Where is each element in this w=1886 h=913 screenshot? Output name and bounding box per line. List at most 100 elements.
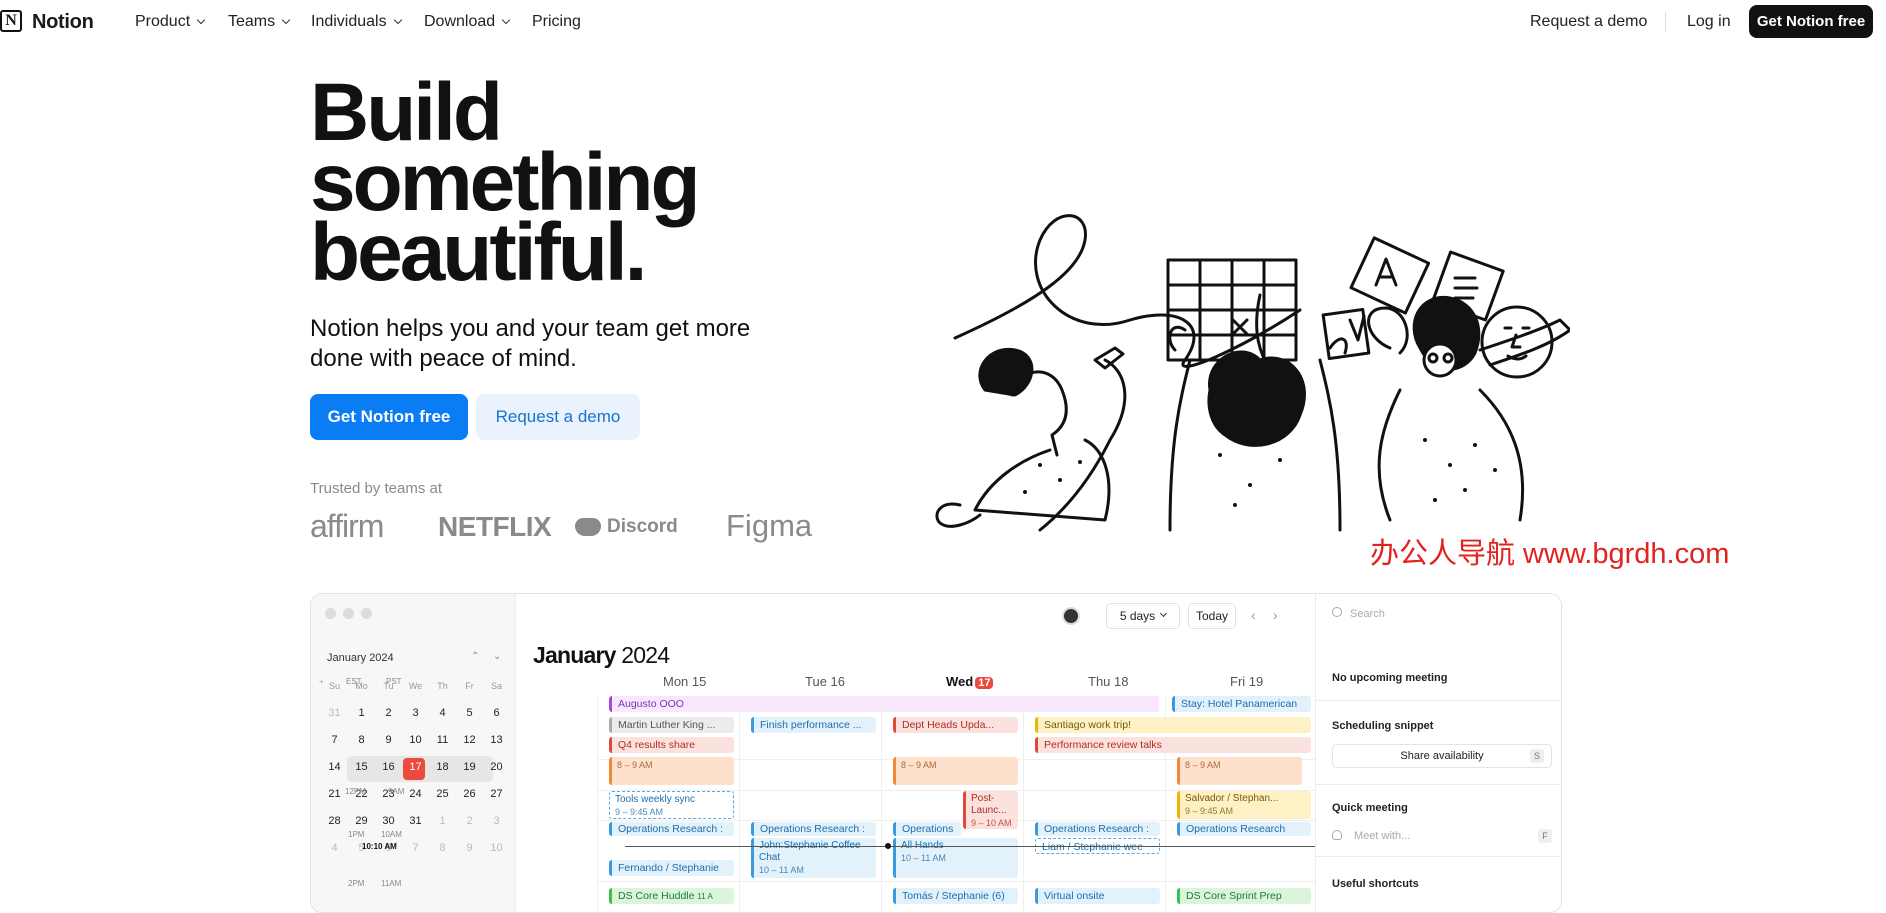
event-operations-research-fri[interactable]: Operations Research: [1177, 822, 1311, 836]
event-fernando[interactable]: Fernando / Stephanie: [609, 860, 734, 876]
chevron-down-icon: [1160, 609, 1168, 617]
share-availability-button[interactable]: Share availability: [1332, 744, 1552, 768]
mini-calendar-day[interactable]: 5: [456, 707, 483, 719]
nav-individuals-label: Individuals: [311, 13, 387, 30]
event-title: DS Core Huddle: [618, 890, 695, 902]
logo-text[interactable]: Notion: [32, 11, 94, 34]
prev-arrow-icon[interactable]: ‹: [1251, 607, 1256, 623]
mini-calendar-day[interactable]: 10: [483, 842, 510, 854]
nav-individuals[interactable]: Individuals: [311, 13, 402, 31]
event-title: Post-Launc...: [971, 793, 1007, 816]
event-mlk[interactable]: Martin Luther King ...: [609, 717, 734, 733]
mini-calendar-day[interactable]: 8: [429, 842, 456, 854]
hero-title: Build something beautiful.: [310, 72, 830, 294]
get-notion-free-button[interactable]: Get Notion free: [310, 394, 468, 440]
mini-calendar-day[interactable]: 25: [429, 788, 456, 800]
event-all-hands[interactable]: All Hands10 – 11 AM: [893, 838, 1018, 878]
mini-calendar-day[interactable]: 10: [402, 734, 429, 746]
nav-product[interactable]: Product: [135, 13, 206, 31]
mini-calendar-day[interactable]: 29: [348, 815, 375, 827]
nav-pricing[interactable]: Pricing: [532, 13, 581, 31]
window-close-dot[interactable]: [325, 608, 336, 619]
event-john-coffee-chat[interactable]: John:Stephanie Coffee Chat 10 – 11 AM: [751, 838, 876, 878]
add-timezone-icon[interactable]: +: [319, 677, 324, 686]
event-dept-heads[interactable]: Dept Heads Upda...: [893, 717, 1018, 733]
mini-calendar-day[interactable]: 30: [375, 815, 402, 827]
event-wed-8am[interactable]: 8 – 9 AM: [893, 757, 1018, 785]
mini-calendar-day[interactable]: 19: [456, 761, 483, 773]
notion-logo-icon[interactable]: N: [0, 10, 22, 32]
event-operations-research-mon[interactable]: Operations Research :: [609, 822, 734, 836]
mini-calendar-day[interactable]: 9: [375, 734, 402, 746]
event-salvador[interactable]: Salvador / Stephan... 9 – 9:45 AM: [1177, 791, 1311, 819]
no-meeting-text: No upcoming meeting: [1332, 672, 1448, 684]
event-santiago[interactable]: Santiago work trip!: [1035, 717, 1311, 733]
mini-calendar-day[interactable]: 7: [321, 734, 348, 746]
mini-calendar-day[interactable]: 15: [348, 761, 375, 773]
chevron-up-icon[interactable]: ⌃: [471, 651, 479, 662]
next-arrow-icon[interactable]: ›: [1273, 607, 1278, 623]
event-finish-performance[interactable]: Finish performance ...: [751, 717, 876, 733]
event-virtual-onsite[interactable]: Virtual onsite: [1035, 888, 1160, 904]
mini-calendar-day[interactable]: 13: [483, 734, 510, 746]
mini-calendar-day[interactable]: 2: [375, 707, 402, 719]
mini-calendar-day[interactable]: 1: [429, 815, 456, 827]
event-stay[interactable]: Stay: Hotel Panamerican: [1172, 696, 1311, 712]
mini-calendar-day[interactable]: 18: [429, 761, 456, 773]
mini-calendar-day[interactable]: 21: [321, 788, 348, 800]
window-maximize-dot[interactable]: [361, 608, 372, 619]
event-augusto[interactable]: Augusto OOO: [609, 696, 1159, 712]
avatar[interactable]: [1062, 607, 1080, 625]
event-q4-results[interactable]: Q4 results share: [609, 737, 734, 753]
mini-calendar-day[interactable]: 27: [483, 788, 510, 800]
event-title: Salvador / Stephan...: [1185, 793, 1279, 804]
meet-with-input[interactable]: Meet with...: [1354, 830, 1410, 842]
search-input[interactable]: Search: [1350, 608, 1385, 620]
mini-calendar-day[interactable]: 24: [402, 788, 429, 800]
chevron-down-icon[interactable]: ⌄: [493, 651, 501, 662]
login-link[interactable]: Log in: [1687, 13, 1731, 31]
mini-calendar-day[interactable]: 28: [321, 815, 348, 827]
event-tools-weekly-sync[interactable]: Tools weekly sync 9 – 9:45 AM: [609, 791, 734, 819]
mini-calendar-day[interactable]: 7: [402, 842, 429, 854]
mini-calendar-day[interactable]: 4: [429, 707, 456, 719]
today-button[interactable]: Today: [1188, 603, 1236, 629]
view-select[interactable]: 5 days: [1106, 603, 1180, 629]
mini-calendar-day[interactable]: 16: [375, 761, 402, 773]
mini-calendar-day[interactable]: 8: [348, 734, 375, 746]
event-ds-core-sprint[interactable]: DS Core Sprint Prep: [1177, 888, 1311, 904]
request-demo-button[interactable]: Request a demo: [476, 394, 640, 440]
event-operations-research-tue[interactable]: Operations Research :: [751, 822, 876, 836]
event-fri-8am[interactable]: 8 – 9 AM: [1177, 757, 1302, 785]
mini-calendar-day[interactable]: 31: [321, 707, 348, 719]
mini-calendar-day[interactable]: 14: [321, 761, 348, 773]
mini-calendar-day[interactable]: 11: [429, 734, 456, 746]
event-tomas[interactable]: Tomás / Stephanie (6): [893, 888, 1018, 904]
mini-calendar-day[interactable]: 9: [456, 842, 483, 854]
event-operations-research-thu[interactable]: Operations Research :: [1035, 822, 1160, 836]
mini-calendar-day[interactable]: 12: [456, 734, 483, 746]
share-availability-label: Share availability: [1400, 750, 1484, 762]
window-minimize-dot[interactable]: [343, 608, 354, 619]
event-operations-wed[interactable]: Operations: [893, 822, 961, 836]
mini-calendar-day[interactable]: 17: [402, 761, 429, 773]
nav-teams[interactable]: Teams: [228, 13, 291, 31]
figma-logo: Figma: [726, 508, 813, 543]
mini-calendar-day[interactable]: 6: [483, 707, 510, 719]
event-mon-8am[interactable]: 8 – 9 AM: [609, 757, 734, 785]
mini-calendar-day[interactable]: 3: [483, 815, 510, 827]
event-post-launch[interactable]: Post-Launc... 9 – 10 AM: [963, 791, 1018, 829]
event-performance-review[interactable]: Performance review talks: [1035, 737, 1311, 753]
time-label: 12PM: [345, 787, 366, 796]
mini-calendar-day[interactable]: 26: [456, 788, 483, 800]
request-demo-link[interactable]: Request a demo: [1530, 13, 1647, 31]
mini-calendar-day[interactable]: 20: [483, 761, 510, 773]
event-ds-core-huddle[interactable]: DS Core Huddle 11 A: [609, 888, 734, 904]
mini-calendar-day[interactable]: 4: [321, 842, 348, 854]
mini-calendar-day[interactable]: 31: [402, 815, 429, 827]
mini-calendar-day[interactable]: 1: [348, 707, 375, 719]
mini-calendar-day[interactable]: 3: [402, 707, 429, 719]
get-notion-free-nav-button[interactable]: Get Notion free: [1749, 5, 1873, 38]
mini-calendar-day[interactable]: 2: [456, 815, 483, 827]
nav-download[interactable]: Download: [424, 13, 511, 31]
